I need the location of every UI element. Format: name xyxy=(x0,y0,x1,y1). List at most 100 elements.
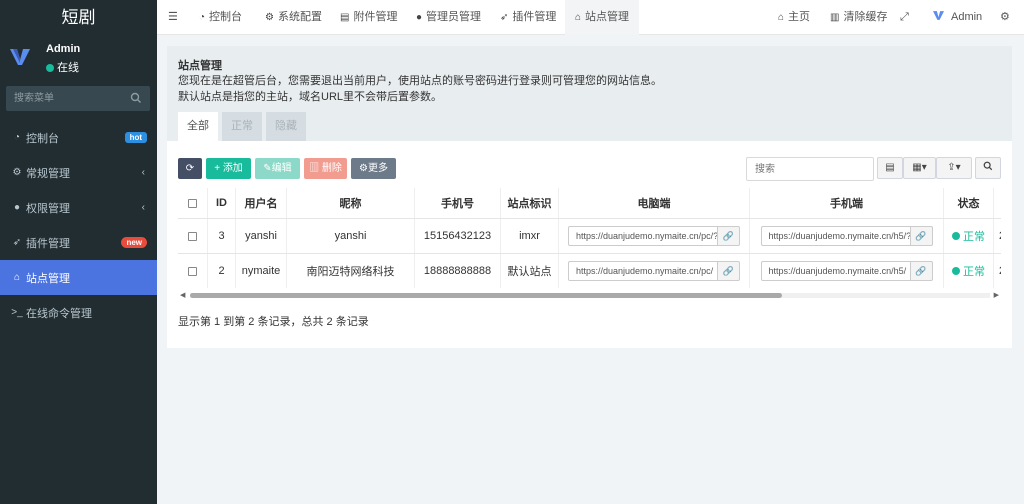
home-link[interactable]: ⌂ 主页 xyxy=(778,0,810,35)
tab-all[interactable]: 全部 xyxy=(178,112,218,141)
new-badge: new xyxy=(121,237,147,248)
tab-attachment[interactable]: ▤ 附件管理 xyxy=(340,0,397,35)
add-button[interactable]: + 添加 xyxy=(206,158,251,179)
cell-phone: 18888888888 xyxy=(415,254,501,288)
avatar xyxy=(10,49,30,65)
pencil-icon: ✎ xyxy=(263,163,272,174)
pc-url-field[interactable]: https://duanjudemo.nymaite.cn/pc/ xyxy=(568,261,718,281)
chevron-left-icon: ‹ xyxy=(141,167,145,178)
table-header: ID 用户名 昵称 手机号 站点标识 电脑端 手机端 状态 xyxy=(178,188,1001,219)
tab-admin[interactable]: ● 管理员管理 xyxy=(416,0,481,35)
logo-text[interactable]: 短剧 xyxy=(0,0,157,35)
clear-cache-button[interactable]: ▥ 清除缓存 xyxy=(830,0,887,35)
export-icon: ⇪▾ xyxy=(947,162,961,173)
link-icon: 🔗 xyxy=(915,266,927,276)
sidebar-item-dashboard[interactable]: ◔ 控制台 hot xyxy=(0,120,157,155)
column-header[interactable]: 电脑端 xyxy=(559,188,750,218)
table-row[interactable]: 3 yanshi yanshi 15156432123 imxr https:/… xyxy=(178,219,1001,254)
table-row[interactable]: 2 nymaite 南阳迈特网络科技 18888888888 默认站点 http… xyxy=(178,254,1001,288)
home-label: 主页 xyxy=(788,11,811,23)
admin-menu[interactable]: Admin xyxy=(932,0,982,35)
column-header[interactable]: ID xyxy=(208,188,236,218)
hot-badge: hot xyxy=(124,132,147,143)
column-header[interactable]: 手机端 xyxy=(750,188,944,218)
refresh-icon: ⟳ xyxy=(185,163,195,174)
sidebar-item-label: 控制台 xyxy=(26,132,59,145)
scroll-right-icon[interactable]: ▶ xyxy=(994,291,999,299)
open-link-button[interactable]: 🔗 xyxy=(718,261,740,281)
delete-button[interactable]: ▥ 删除 xyxy=(304,158,347,179)
sidebar-item-command[interactable]: >_ 在线命令管理 xyxy=(0,295,157,330)
open-link-button[interactable]: 🔗 xyxy=(718,226,740,246)
tab-site[interactable]: ⌂ 站点管理 xyxy=(565,0,639,35)
column-header[interactable]: 用户名 xyxy=(236,188,287,218)
fullscreen-button[interactable]: ⤢ xyxy=(900,0,909,35)
fullscreen-icon: ⤢ xyxy=(900,11,909,23)
cell-date: 2024 xyxy=(994,219,1001,253)
cogs-icon: ⚙ xyxy=(12,167,22,178)
row-checkbox[interactable] xyxy=(188,266,197,276)
row-checkbox[interactable] xyxy=(188,231,197,241)
cell-status: 正常 xyxy=(944,254,994,288)
column-header[interactable]: 昵称 xyxy=(287,188,415,218)
edit-button[interactable]: ✎编辑 xyxy=(255,158,300,179)
open-link-button[interactable]: 🔗 xyxy=(910,226,933,246)
add-label: 添加 xyxy=(222,163,243,174)
online-dot-icon xyxy=(46,64,54,72)
horizontal-scrollbar[interactable]: ◀ ▶ xyxy=(178,291,1001,299)
rocket-icon: ➶ xyxy=(500,12,509,23)
select-all-checkbox[interactable] xyxy=(188,198,197,208)
tab-dashboard[interactable]: ◔ 控制台 xyxy=(199,0,242,35)
tab-addons[interactable]: ➶ 插件管理 xyxy=(500,0,556,35)
search-icon[interactable] xyxy=(130,92,142,104)
export-dropdown[interactable]: ⇪▾ xyxy=(936,157,972,179)
settings-button[interactable]: ⚙ xyxy=(1000,0,1010,35)
sidebar-item-general[interactable]: ⚙ 常规管理 ‹ xyxy=(0,155,157,190)
table-search-input[interactable] xyxy=(746,157,874,181)
pc-url-field[interactable]: https://duanjudemo.nymaite.cn/pc/?ir xyxy=(568,226,718,246)
h5-url-field[interactable]: https://duanjudemo.nymaite.cn/h5/?ir xyxy=(760,226,911,246)
admin-label: Admin xyxy=(951,11,983,23)
sidebar-toggle-button[interactable]: ☰ xyxy=(168,0,178,35)
dashboard-icon: ◔ xyxy=(13,132,21,143)
pagination-info: 显示第 1 到第 2 条记录，总共 2 条记录 xyxy=(178,316,369,328)
tab-normal[interactable]: 正常 xyxy=(222,112,262,141)
cell-id: 3 xyxy=(208,219,236,253)
user-icon: ● xyxy=(416,12,423,23)
row-select-cell xyxy=(178,254,208,288)
toggle-view-button[interactable]: ▤ xyxy=(877,157,903,179)
delete-label: 删除 xyxy=(321,163,342,174)
cell-status: 正常 xyxy=(944,219,994,253)
column-header[interactable]: 状态 xyxy=(944,188,994,218)
sidebar-item-label: 插件管理 xyxy=(26,237,70,250)
sidebar-item-site[interactable]: ⌂ 站点管理 xyxy=(0,260,157,295)
data-table: ID 用户名 昵称 手机号 站点标识 电脑端 手机端 状态 3 yanshi y… xyxy=(178,188,1001,288)
sidebar-item-label: 常规管理 xyxy=(26,167,70,180)
terminal-icon: >_ xyxy=(11,307,23,318)
sidebar-item-permission[interactable]: ● 权限管理 ‹ xyxy=(0,190,157,225)
cell-nickname: yanshi xyxy=(287,219,415,253)
scroll-thumb[interactable] xyxy=(190,293,782,298)
bank-icon: ⌂ xyxy=(575,12,582,23)
page-description: 您现在是在超管后台，您需要退出当前用户，使用站点的账号密码进行登录则可管理您的网… xyxy=(178,75,662,87)
tab-label: 附件管理 xyxy=(353,11,398,23)
content-header: 站点管理 您现在是在超管后台，您需要退出当前用户，使用站点的账号密码进行登录则可… xyxy=(167,46,1012,141)
cell-pc-url: https://duanjudemo.nymaite.cn/pc/?ir 🔗 xyxy=(559,219,750,253)
sidebar-item-addons[interactable]: ➶ 插件管理 new xyxy=(0,225,157,260)
columns-dropdown[interactable]: ▦▾ xyxy=(903,157,936,179)
advanced-search-button[interactable] xyxy=(975,157,1001,179)
sidebar-search-input[interactable] xyxy=(6,86,116,111)
scroll-left-icon[interactable]: ◀ xyxy=(180,291,185,299)
h5-url-field[interactable]: https://duanjudemo.nymaite.cn/h5/ xyxy=(760,261,911,281)
open-link-button[interactable]: 🔗 xyxy=(910,261,933,281)
column-header[interactable]: 站点标识 xyxy=(501,188,559,218)
column-header[interactable]: 手机号 xyxy=(415,188,501,218)
clear-cache-label: 清除缓存 xyxy=(843,11,888,23)
tab-hidden[interactable]: 隐藏 xyxy=(266,112,306,141)
more-button[interactable]: ⚙更多 xyxy=(351,158,396,179)
tab-config[interactable]: ⚙ 系统配置 xyxy=(265,0,322,35)
sidebar: 短剧 Admin 在线 ◔ 控制台 hot ⚙ 常规管理 ‹ ● 权限管理 ‹ … xyxy=(0,0,157,504)
bank-icon: ⌂ xyxy=(13,272,21,283)
refresh-button[interactable]: ⟳ xyxy=(178,158,202,179)
user-name: Admin xyxy=(46,43,81,55)
